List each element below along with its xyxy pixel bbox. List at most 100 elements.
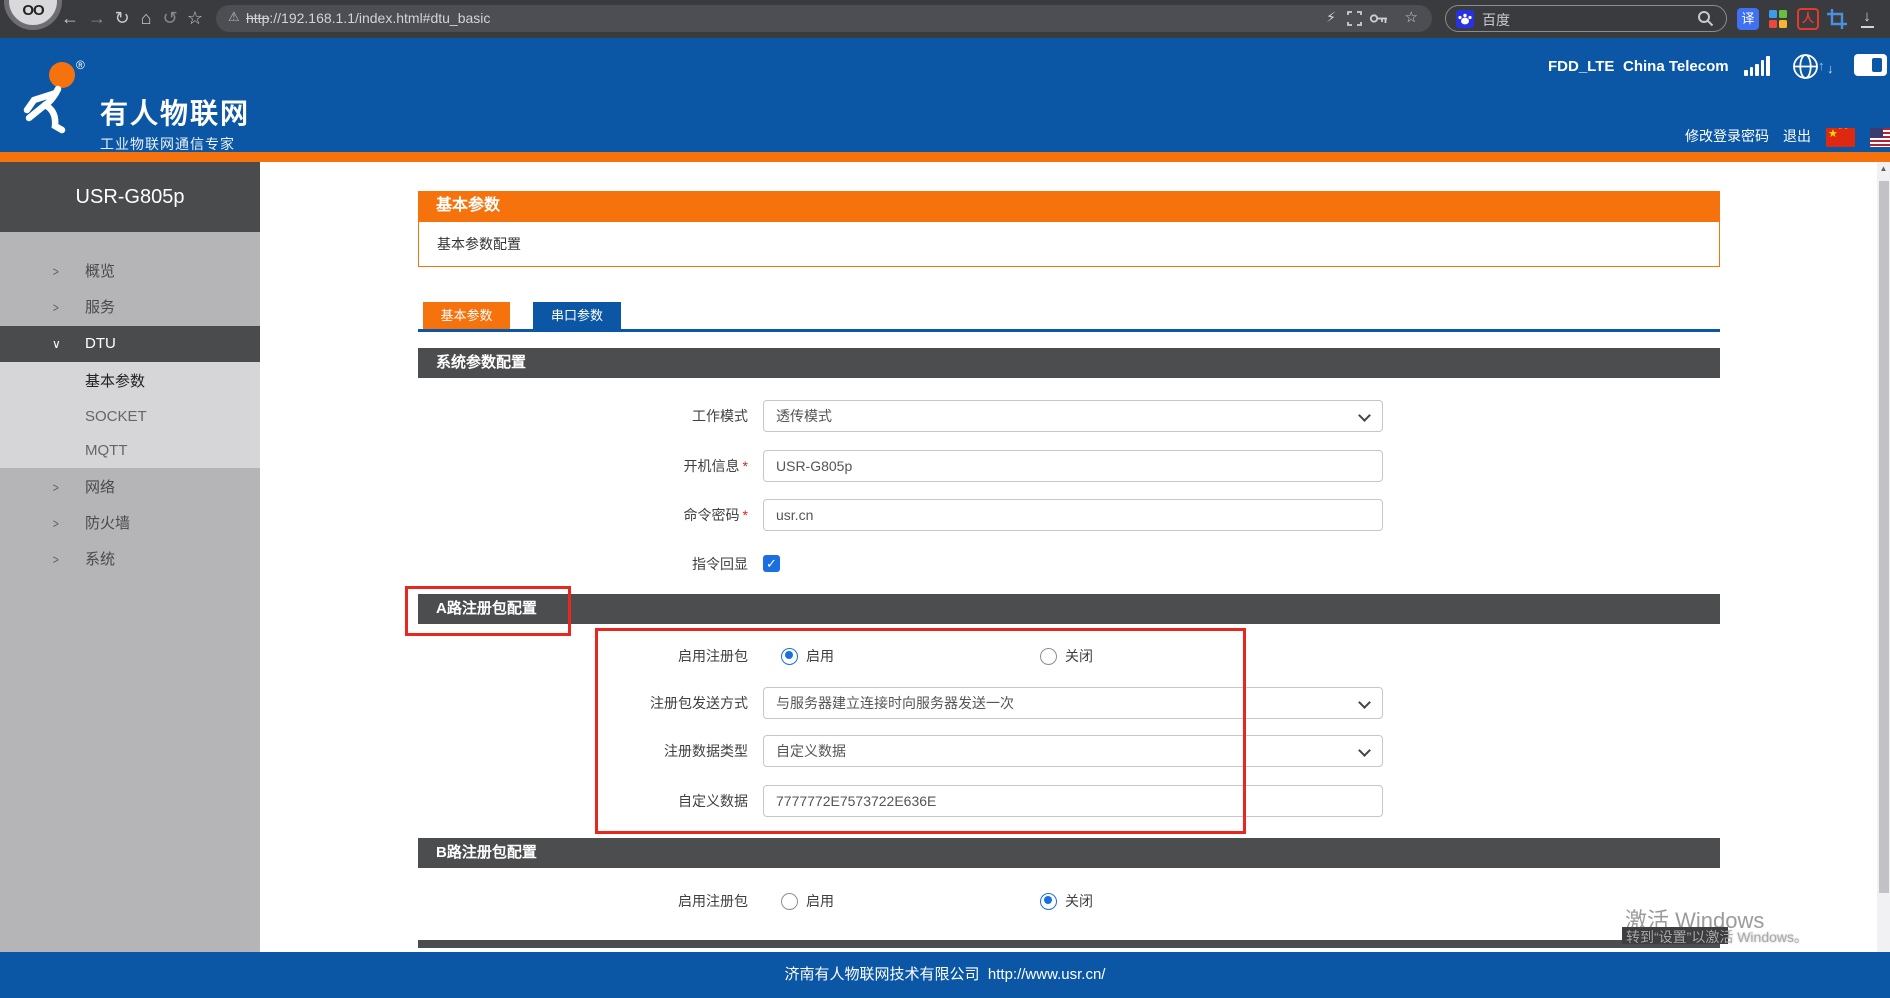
key-icon[interactable] xyxy=(1369,11,1388,26)
tab-basic-params[interactable]: 基本参数 xyxy=(423,302,510,329)
chevron-right-icon: > xyxy=(53,506,59,542)
radio-checked-icon[interactable] xyxy=(1040,893,1057,910)
b-reg-disable-option[interactable]: 关闭 xyxy=(1040,885,1093,917)
trademark-mark: ® xyxy=(76,58,85,72)
undo-icon[interactable]: ↺ xyxy=(157,6,183,30)
brand-title: 有人物联网 xyxy=(100,92,250,132)
tab-underline xyxy=(418,329,1720,332)
boot-info-label: 开机信息* xyxy=(418,450,748,482)
sidebar-item-dtu[interactable]: ∨ DTU xyxy=(0,326,260,362)
a-send-mode-label: 注册包发送方式 xyxy=(418,687,748,719)
back-icon[interactable]: ← xyxy=(57,6,83,30)
reload-icon[interactable]: ↻ xyxy=(109,6,135,30)
form-row-boot-info: 开机信息* xyxy=(418,450,1383,482)
required-mark: * xyxy=(743,507,748,523)
form-row-a-reg-enable: 启用注册包 启用 关闭 xyxy=(418,640,1383,672)
a-reg-disable-option[interactable]: 关闭 xyxy=(1040,640,1093,672)
crop-extension-icon[interactable] xyxy=(1826,8,1848,30)
url-scheme: http xyxy=(246,10,269,26)
section-b-registration: B路注册包配置 xyxy=(418,838,1720,868)
pdf-extension-icon[interactable]: 人 xyxy=(1797,8,1819,30)
sidebar-item-firewall[interactable]: > 防火墙 xyxy=(0,506,260,542)
brand-slogan: 工业物联网通信专家 xyxy=(100,134,235,154)
traffic-up-icon: ↑ xyxy=(1818,58,1825,73)
a-data-type-select[interactable]: 自定义数据 xyxy=(763,735,1383,767)
traffic-down-icon: ↓ xyxy=(1827,61,1834,76)
section-a-registration: A路注册包配置 xyxy=(418,594,1720,624)
footer: 济南有人物联网技术有限公司 http://www.usr.cn/ xyxy=(0,952,1890,998)
browser-tab-avatar[interactable]: OO xyxy=(4,0,62,30)
sidebar-item-system[interactable]: > 系统 xyxy=(0,542,260,578)
home-icon[interactable]: ⌂ xyxy=(133,6,159,30)
cmd-echo-checkbox[interactable]: ✓ xyxy=(763,555,780,572)
a-reg-enable-label: 启用注册包 xyxy=(418,640,748,672)
cmd-password-input[interactable] xyxy=(763,499,1383,531)
a-custom-data-label: 自定义数据 xyxy=(418,785,748,817)
radio-unchecked-icon[interactable] xyxy=(1040,648,1057,665)
radio-unchecked-icon[interactable] xyxy=(781,893,798,910)
chevron-right-icon: > xyxy=(53,290,59,326)
b-reg-enable-label: 启用注册包 xyxy=(418,885,748,917)
site-header: ® 有人物联网 工业物联网通信专家 FDD_LTE China Telecom … xyxy=(0,38,1890,152)
signal-strength-icon xyxy=(1744,56,1770,76)
translate-extension-icon[interactable]: 译 xyxy=(1737,8,1759,30)
sidebar-item-services[interactable]: > 服务 xyxy=(0,290,260,326)
windows-activation-watermark-line2: 转到“设置”以激活 Windows。 xyxy=(1626,927,1808,947)
chevron-down-icon: ∨ xyxy=(52,326,61,362)
download-icon[interactable]: ↓ xyxy=(1856,8,1878,30)
chevron-right-icon: > xyxy=(53,254,59,290)
scrollbar-thumb[interactable] xyxy=(1879,181,1889,893)
screen: OO ← → ↻ ⌂ ↺ ☆ ⚠ http://192.168.1.1/inde… xyxy=(0,0,1890,998)
apps-grid-extension-icon[interactable] xyxy=(1767,8,1789,30)
china-flag-icon[interactable]: ★ ★ ★ xyxy=(1826,128,1855,147)
search-icon[interactable] xyxy=(1697,10,1714,27)
boot-info-input[interactable] xyxy=(763,450,1383,482)
orange-divider xyxy=(0,152,1890,162)
logout-link[interactable]: 退出 xyxy=(1783,126,1811,146)
search-box[interactable]: 百度 xyxy=(1445,5,1727,32)
form-row-cmd-echo: 指令回显 ✓ xyxy=(418,548,1383,580)
form-row-b-reg-enable: 启用注册包 启用 关闭 xyxy=(418,885,1383,917)
cmd-echo-label: 指令回显 xyxy=(418,548,748,580)
a-reg-enable-option[interactable]: 启用 xyxy=(781,640,834,672)
url-text[interactable]: http://192.168.1.1/index.html#dtu_basic xyxy=(246,10,490,26)
usa-flag-icon[interactable] xyxy=(1870,128,1890,147)
work-mode-select[interactable]: 透传模式 xyxy=(763,400,1383,432)
scrollbar-up-icon[interactable]: ▲ xyxy=(1877,164,1890,173)
sidebar-item-network[interactable]: > 网络 xyxy=(0,470,260,506)
chevron-right-icon: > xyxy=(53,542,59,578)
sidebar-item-overview[interactable]: > 概览 xyxy=(0,254,260,290)
warning-icon: ⚠ xyxy=(228,9,240,25)
a-send-mode-select[interactable]: 与服务器建立连接时向服务器发送一次 xyxy=(763,687,1383,719)
change-password-link[interactable]: 修改登录密码 xyxy=(1685,126,1769,146)
required-mark: * xyxy=(743,458,748,474)
section-system-params: 系统参数配置 xyxy=(418,348,1720,378)
url-rest: ://192.168.1.1/index.html#dtu_basic xyxy=(269,10,490,26)
section-next-clipped xyxy=(418,940,1720,948)
network-type: FDD_LTE xyxy=(1548,58,1614,75)
sidebar-subitem-mqtt[interactable]: MQTT xyxy=(85,433,128,468)
glasses-icon: OO xyxy=(9,2,57,19)
footer-url[interactable]: http://www.usr.cn/ xyxy=(988,966,1106,983)
tab-serial-params[interactable]: 串口参数 xyxy=(533,302,621,329)
sim-card-icon xyxy=(1854,54,1887,76)
footer-company: 济南有人物联网技术有限公司 xyxy=(785,966,980,983)
page-bookmark-star-icon[interactable]: ☆ xyxy=(1405,8,1418,26)
forward-icon[interactable]: → xyxy=(84,6,110,30)
address-bar[interactable]: ⚠ http://192.168.1.1/index.html#dtu_basi… xyxy=(216,5,1432,32)
form-row-a-send-mode: 注册包发送方式 与服务器建立连接时向服务器发送一次 xyxy=(418,687,1383,719)
page-subtitle-box: 基本参数配置 xyxy=(418,221,1720,267)
device-name: USR-G805p xyxy=(0,162,260,232)
page-title-bar: 基本参数 xyxy=(418,191,1720,221)
lightning-icon[interactable]: ⚡ xyxy=(1326,9,1336,26)
chevron-right-icon: > xyxy=(53,470,59,506)
sidebar-subitem-socket[interactable]: SOCKET xyxy=(85,399,147,434)
radio-checked-icon[interactable] xyxy=(781,648,798,665)
capture-frame-icon[interactable] xyxy=(1347,11,1362,26)
b-reg-enable-option[interactable]: 启用 xyxy=(781,885,834,917)
sidebar-subitem-basic-params[interactable]: 基本参数 xyxy=(85,364,145,399)
a-custom-data-input[interactable] xyxy=(763,785,1383,817)
form-row-a-data-type: 注册数据类型 自定义数据 xyxy=(418,735,1383,767)
a-data-type-label: 注册数据类型 xyxy=(418,735,748,767)
bookmark-star-icon[interactable]: ☆ xyxy=(182,6,208,30)
